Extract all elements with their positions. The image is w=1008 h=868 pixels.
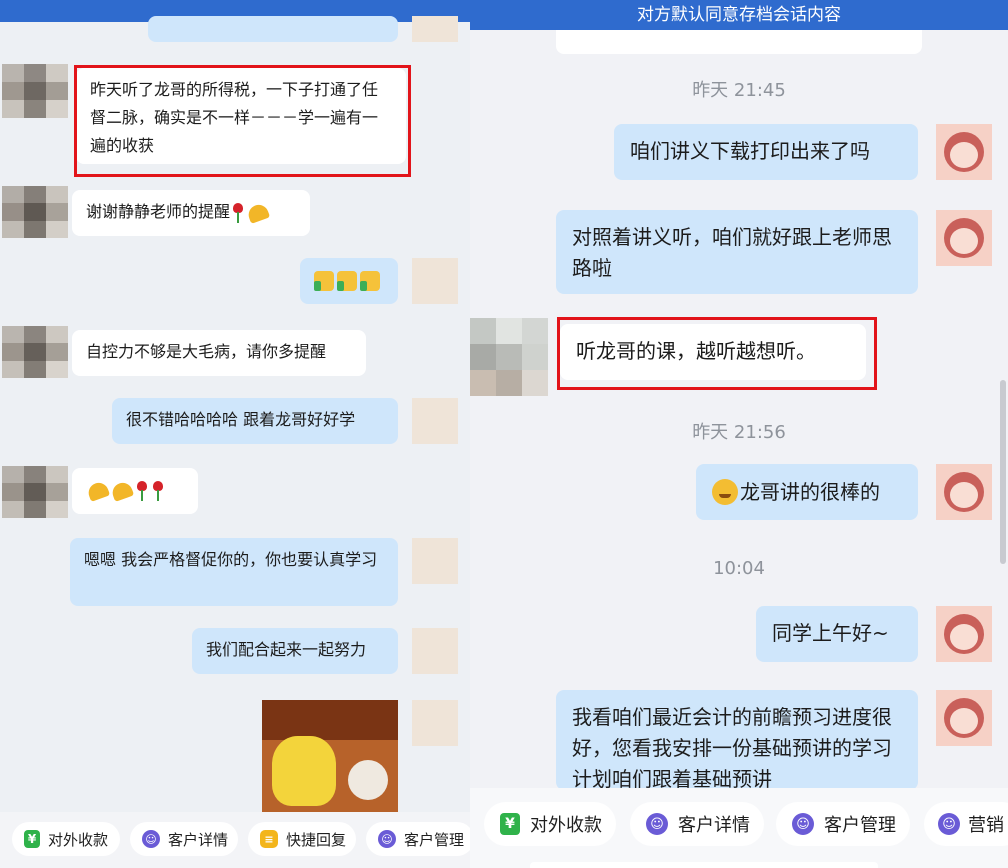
- thumbs-up-emoji-icon: [360, 271, 380, 291]
- toolbar-label: 营销: [968, 815, 1004, 836]
- toolbar-label: 客户管理: [404, 830, 465, 849]
- customer-avatar-blurred[interactable]: [2, 64, 68, 118]
- agent-avatar[interactable]: [412, 538, 458, 584]
- yuan-icon: ¥: [500, 813, 520, 835]
- agent-avatar[interactable]: [936, 210, 992, 266]
- toolbar-label: 对外收款: [530, 815, 602, 836]
- message-bubble-outgoing: 龙哥讲的很棒的: [696, 464, 918, 520]
- toolbar-label: 对外收款: [48, 830, 109, 849]
- agent-avatar[interactable]: [936, 606, 992, 662]
- toolbar-label: 客户详情: [168, 830, 229, 849]
- scrollbar-thumb[interactable]: [1000, 380, 1006, 564]
- customer-avatar-blurred[interactable]: [2, 186, 68, 238]
- timestamp: 昨天 21:45: [692, 80, 786, 101]
- timestamp: 昨天 21:56: [692, 422, 786, 443]
- message-bubble-outgoing: 咱们讲义下载打印出来了吗: [614, 124, 918, 180]
- toolbar-label: 客户管理: [824, 815, 896, 836]
- toolbar-button-customer-management[interactable]: ☺ 客户管理: [776, 802, 910, 846]
- thumbs-up-emoji-icon: [314, 271, 334, 291]
- customer-icon: ☺: [792, 813, 814, 835]
- customer-icon: ☺: [378, 830, 396, 848]
- message-bubble-incoming: 谢谢静静老师的提醒: [72, 190, 310, 236]
- timestamp: 10:04: [713, 558, 765, 579]
- message-bubble-outgoing: 我看咱们最近会计的前瞻预习进度很好，您看我安排一份基础预讲的学习计划咱们跟着基础…: [556, 690, 918, 790]
- customer-avatar-blurred[interactable]: [2, 466, 68, 518]
- toolbar-button-customer-management[interactable]: ☺ 客户管理: [366, 822, 470, 856]
- yuan-icon: ¥: [24, 830, 40, 848]
- message-bubble-outgoing: 同学上午好~: [756, 606, 918, 662]
- agent-avatar[interactable]: [412, 700, 458, 746]
- archive-consent-banner: 对方默认同意存档会话内容: [470, 0, 1008, 30]
- message-bubble-partial: [556, 30, 922, 54]
- message-text: 龙哥讲的很棒的: [740, 479, 880, 504]
- agent-avatar[interactable]: [936, 124, 992, 180]
- toolbar-label: 客户详情: [678, 815, 750, 836]
- left-chat-panel: 昨天听了龙哥的所得税，一下子打通了任督二脉，确实是不一样－－－学一遍有一遍的收获…: [0, 0, 470, 868]
- message-bubble-outgoing: 嗯嗯 我会严格督促你的，你也要认真学习: [70, 538, 398, 606]
- agent-avatar[interactable]: [412, 628, 458, 674]
- message-bubble-outgoing: [300, 258, 398, 304]
- rose-emoji-icon: [153, 481, 163, 501]
- quick-action-toolbar: ¥ 对外收款 ☺ 客户详情 ≡ 快捷回复 ☺ 客户管理: [0, 812, 470, 868]
- right-chat-panel: 对方默认同意存档会话内容 昨天 21:45 咱们讲义下载打印出来了吗 对照着讲义…: [470, 0, 1008, 868]
- customer-icon: ☺: [646, 813, 668, 835]
- message-bubble-outgoing: 我们配合起来一起努力: [192, 628, 398, 674]
- message-bubble-outgoing: 很不错哈哈哈哈 跟着龙哥好好学: [112, 398, 398, 444]
- thumbs-up-emoji-icon: [337, 271, 357, 291]
- toolbar-button-collect-payment[interactable]: ¥ 对外收款: [484, 802, 616, 846]
- customer-avatar-blurred[interactable]: [2, 326, 68, 378]
- highlight-box: [74, 65, 411, 177]
- agent-avatar[interactable]: [936, 690, 992, 746]
- sticker-image[interactable]: [262, 700, 398, 812]
- customer-icon: ☺: [938, 813, 960, 835]
- toolbar-button-quick-reply[interactable]: ≡ 快捷回复: [248, 822, 356, 856]
- toolbar-button-marketing[interactable]: ☺ 营销: [924, 802, 1008, 846]
- message-bubble-incoming: [72, 468, 198, 514]
- message-bubble-incoming: 自控力不够是大毛病，请你多提醒: [72, 330, 366, 376]
- message-text: 谢谢静静老师的提醒: [86, 202, 231, 221]
- highlight-box: [557, 317, 877, 390]
- agent-avatar[interactable]: [412, 398, 458, 444]
- toolbar-button-collect-payment[interactable]: ¥ 对外收款: [12, 822, 120, 856]
- agent-avatar[interactable]: [936, 464, 992, 520]
- pikachu-figure: [272, 736, 336, 806]
- rose-emoji-icon: [233, 202, 244, 223]
- toolbar-button-customer-details[interactable]: ☺ 客户详情: [630, 802, 764, 846]
- message-bubble-outgoing: 对照着讲义听，咱们就好跟上老师思路啦: [556, 210, 918, 294]
- toolbar-button-customer-details[interactable]: ☺ 客户详情: [130, 822, 238, 856]
- quick-action-toolbar: ¥ 对外收款 ☺ 客户详情 ☺ 客户管理 ☺ 营销: [470, 788, 1008, 868]
- customer-icon: ☺: [142, 830, 160, 848]
- rose-emoji-icon: [137, 481, 147, 501]
- customer-avatar-blurred[interactable]: [470, 318, 548, 396]
- clap-emoji-icon: [245, 201, 271, 224]
- quick-reply-icon: ≡: [260, 830, 278, 848]
- input-area-partial[interactable]: [530, 862, 878, 868]
- smile-emoji-icon: [712, 479, 738, 505]
- toolbar-label: 快捷回复: [286, 830, 347, 849]
- agent-avatar[interactable]: [412, 258, 458, 304]
- clap-emoji-icon: [109, 480, 135, 502]
- clap-emoji-icon: [85, 480, 111, 502]
- agent-avatar[interactable]: [412, 16, 458, 42]
- message-bubble-partial: [148, 16, 398, 42]
